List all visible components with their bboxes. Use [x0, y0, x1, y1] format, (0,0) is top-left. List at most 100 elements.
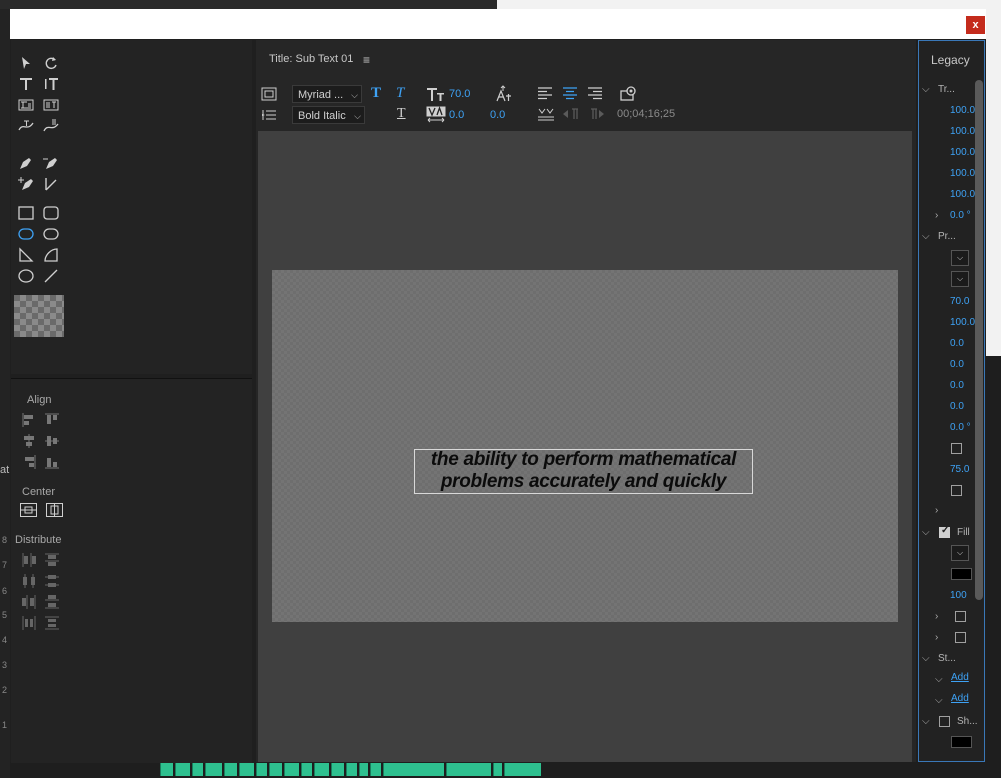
delete-anchor-point-icon[interactable]: [42, 154, 60, 172]
property-slant[interactable]: 0.0 °: [950, 422, 971, 433]
font-size-value[interactable]: 70.0: [449, 88, 470, 100]
close-button[interactable]: x: [966, 16, 985, 34]
arc-tool-icon[interactable]: [42, 246, 60, 264]
transform-value-1[interactable]: 100.0: [950, 105, 975, 116]
vertical-path-type-tool-icon[interactable]: [42, 117, 60, 135]
distribute-top-icon[interactable]: [44, 552, 60, 568]
style-preview-swatch[interactable]: [14, 295, 64, 337]
italic-icon[interactable]: T: [396, 85, 404, 102]
chevron-down-icon[interactable]: ⌵: [922, 653, 930, 664]
chevron-down-icon[interactable]: ⌵: [922, 84, 930, 95]
chevron-down-icon[interactable]: ⌵: [922, 716, 930, 727]
small-caps-checkbox[interactable]: [951, 443, 962, 454]
rounded-corner-rectangle-tool-icon[interactable]: [42, 225, 60, 243]
video-frame[interactable]: [272, 270, 898, 622]
align-horizontal-center-icon[interactable]: [21, 433, 37, 449]
underline-checkbox[interactable]: [951, 485, 962, 496]
property-tracking[interactable]: 0.0: [950, 380, 964, 391]
timeline-clips[interactable]: [160, 763, 560, 776]
timecode-value[interactable]: 00;04;16;25: [617, 108, 675, 120]
transform-value-4[interactable]: 100.0: [950, 168, 975, 179]
strokes-section-label[interactable]: St...: [938, 653, 956, 664]
pen-tool-icon[interactable]: [17, 154, 35, 172]
align-bottom-icon[interactable]: [44, 454, 60, 470]
align-top-icon[interactable]: [44, 412, 60, 428]
fill-type-dropdown[interactable]: ⌵: [951, 545, 969, 561]
tab-alignment-icon[interactable]: [537, 107, 555, 123]
rotation-tool-icon[interactable]: [42, 54, 60, 72]
vertical-area-type-tool-icon[interactable]: [42, 96, 60, 114]
chevron-right-icon[interactable]: ›: [935, 505, 938, 516]
clipped-corner-rectangle-tool-icon[interactable]: [17, 225, 35, 243]
transform-value-3[interactable]: 100.0: [950, 147, 975, 158]
sheen-checkbox[interactable]: [955, 611, 966, 622]
vertical-type-tool-icon[interactable]: [42, 75, 60, 93]
distribute-center-v-icon[interactable]: [44, 573, 60, 589]
distribute-even-v-icon[interactable]: [44, 615, 60, 631]
fill-checkbox[interactable]: [939, 525, 950, 538]
shadow-checkbox[interactable]: [939, 716, 950, 727]
add-inner-stroke-link[interactable]: Add: [951, 672, 969, 683]
bold-icon[interactable]: T: [371, 85, 381, 102]
rounded-rectangle-tool-icon[interactable]: [42, 204, 60, 222]
property-baseline-shift[interactable]: 0.0: [950, 401, 964, 412]
legacy-panel-title[interactable]: Legacy: [931, 53, 970, 67]
texture-checkbox[interactable]: [955, 632, 966, 643]
chevron-down-icon[interactable]: ⌵: [935, 695, 943, 706]
shadow-section-label[interactable]: Sh...: [957, 716, 978, 727]
distribute-center-h-icon[interactable]: [21, 573, 37, 589]
font-family-small-dropdown[interactable]: ⌵: [951, 250, 969, 266]
font-style-small-dropdown[interactable]: ⌵: [951, 271, 969, 287]
title-text[interactable]: the ability to perform mathematical prob…: [414, 449, 753, 493]
align-vertical-center-icon[interactable]: [44, 433, 60, 449]
align-left-icon[interactable]: [21, 412, 37, 428]
align-text-center-icon[interactable]: [562, 86, 578, 102]
shadow-color-swatch[interactable]: [951, 736, 972, 748]
property-leading[interactable]: 0.0: [950, 338, 964, 349]
font-family-dropdown[interactable]: Myriad ... ⌵: [292, 85, 362, 103]
chevron-right-icon[interactable]: ›: [935, 632, 938, 643]
path-type-tool-icon[interactable]: [17, 117, 35, 135]
property-kerning[interactable]: 0.0: [950, 359, 964, 370]
properties-section-label[interactable]: Pr...: [938, 231, 956, 242]
add-outer-stroke-link[interactable]: Add: [951, 693, 969, 704]
line-tool-icon[interactable]: [42, 267, 60, 285]
chevron-down-icon[interactable]: ⌵: [935, 674, 943, 685]
distribute-bottom-icon[interactable]: [44, 594, 60, 610]
align-text-left-icon[interactable]: [537, 86, 553, 102]
wedge-tool-icon[interactable]: [17, 246, 35, 264]
fill-color-swatch[interactable]: [951, 568, 972, 580]
panel-menu-icon[interactable]: ≡: [363, 53, 370, 67]
chevron-down-icon[interactable]: ⌵: [922, 231, 930, 242]
convert-anchor-point-icon[interactable]: [42, 175, 60, 193]
transform-value-5[interactable]: 100.0: [950, 189, 975, 200]
chevron-down-icon[interactable]: ⌵: [922, 527, 930, 538]
property-small-caps-size[interactable]: 75.0: [950, 464, 969, 475]
distribute-left-icon[interactable]: [21, 552, 37, 568]
align-text-right-icon[interactable]: [587, 86, 603, 102]
area-type-tool-icon[interactable]: [17, 96, 35, 114]
font-style-dropdown[interactable]: Bold Italic ⌵: [292, 106, 365, 124]
show-background-video-icon[interactable]: [620, 85, 638, 103]
panel-title[interactable]: Title: Sub Text 01: [269, 53, 353, 65]
kerning-value[interactable]: 0.0: [449, 109, 464, 121]
tracking-value[interactable]: 0.0: [490, 109, 505, 121]
distribute-right-icon[interactable]: [21, 594, 37, 610]
property-font-size[interactable]: 70.0: [950, 296, 969, 307]
add-anchor-point-icon[interactable]: [17, 175, 35, 193]
new-title-icon[interactable]: [261, 86, 277, 102]
property-aspect[interactable]: 100.0: [950, 317, 975, 328]
fill-section-label[interactable]: Fill: [957, 527, 970, 538]
properties-scrollbar[interactable]: [975, 80, 983, 600]
chevron-right-icon[interactable]: ›: [935, 611, 938, 622]
rotation-value[interactable]: 0.0 °: [950, 210, 971, 221]
tab-stops-icon[interactable]: [261, 107, 277, 123]
selection-tool-icon[interactable]: [17, 54, 35, 72]
transform-value-2[interactable]: 100.0: [950, 126, 975, 137]
distribute-even-h-icon[interactable]: [21, 615, 37, 631]
type-tool-icon[interactable]: [17, 75, 35, 93]
center-horizontal-icon[interactable]: [20, 503, 37, 517]
rectangle-tool-icon[interactable]: [17, 204, 35, 222]
underline-icon[interactable]: T: [397, 106, 406, 122]
fill-opacity-value[interactable]: 100: [950, 590, 967, 601]
